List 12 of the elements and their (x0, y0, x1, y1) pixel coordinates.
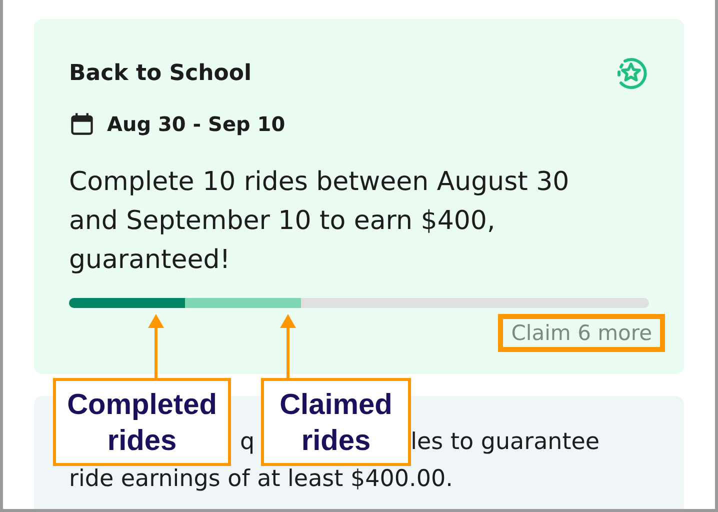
arrow (148, 314, 164, 378)
promo-title: Back to School (69, 60, 252, 86)
info-text: les to guarantee (410, 428, 600, 457)
claim-label: Claim 6 more (498, 314, 665, 352)
date-range: Aug 30 - Sep 10 (107, 112, 286, 136)
callout-label: Completed rides (53, 378, 231, 466)
arrow (280, 314, 296, 378)
promo-description: Complete 10 rides between August 30 and September 10 to earn $400, guaranteed! (69, 166, 570, 277)
info-text: q (240, 428, 255, 457)
info-text: ride earnings of at least $400.00. (69, 465, 454, 494)
calendar-icon (69, 111, 95, 137)
callout-label: Claimed rides (261, 378, 411, 466)
